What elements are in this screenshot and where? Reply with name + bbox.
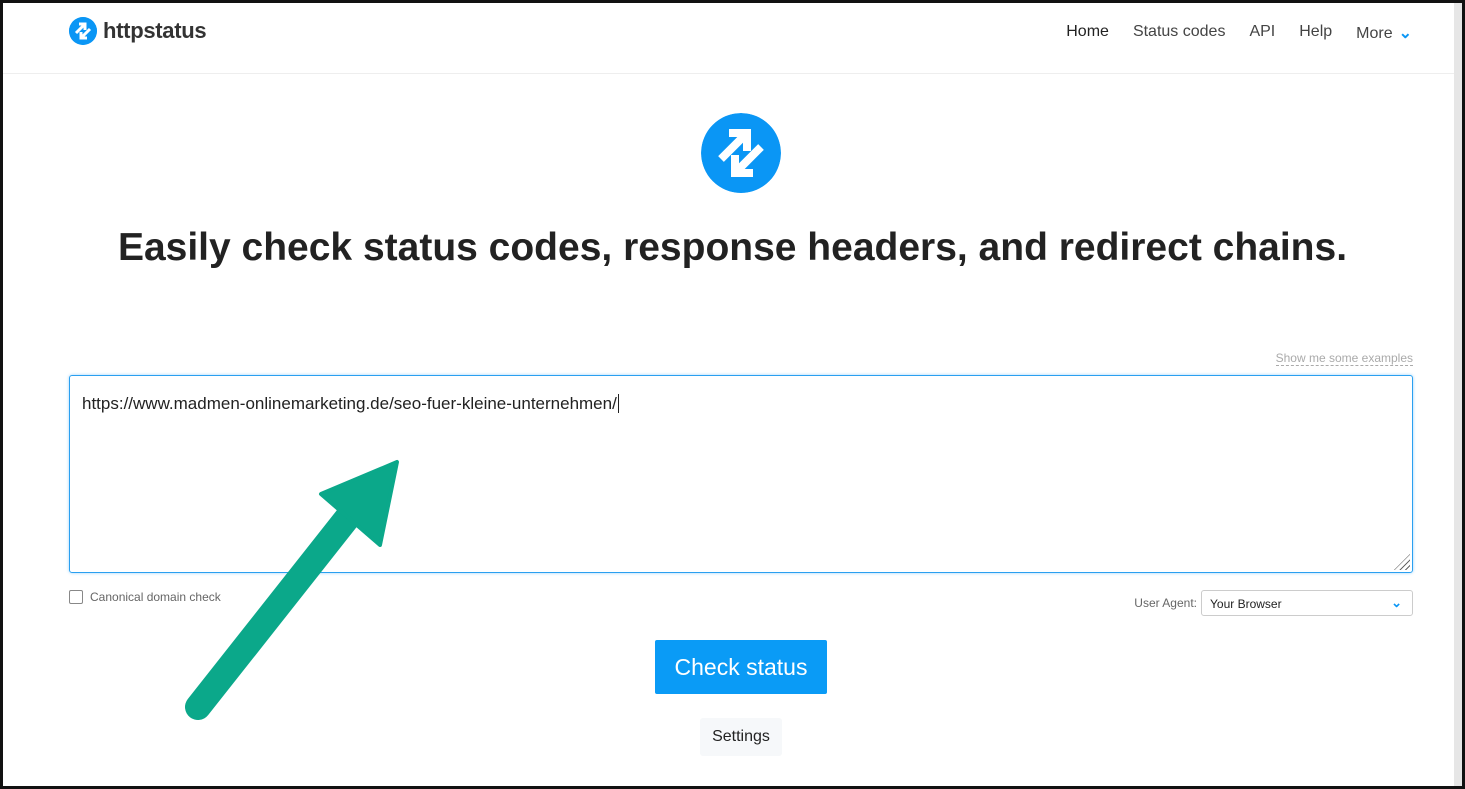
annotation-arrow-icon bbox=[185, 460, 399, 720]
